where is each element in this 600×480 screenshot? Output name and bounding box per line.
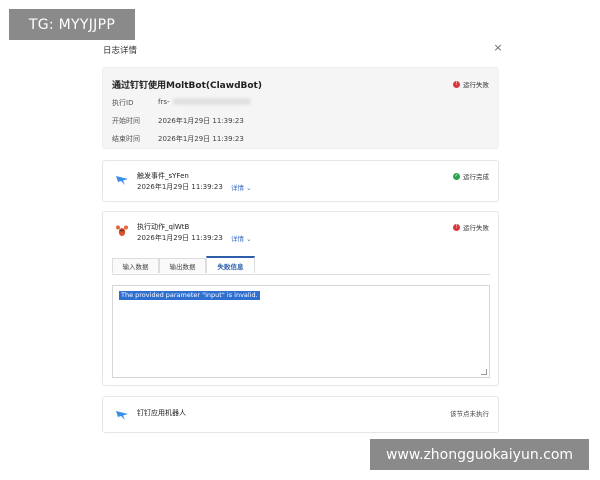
resize-handle[interactable]: [481, 369, 487, 375]
error-icon: !: [453, 80, 460, 88]
execution-id-label: 执行ID: [112, 99, 134, 107]
end-time-label: 结束时间: [112, 135, 140, 143]
trigger-status-text: 运行完成: [463, 173, 489, 181]
action-node-name: 执行动作_qlWtB: [137, 223, 190, 231]
robot-node-card: 钉钉应用机器人 该节点未执行: [102, 396, 499, 433]
dingtalk-icon: [116, 176, 128, 185]
start-time-value: 2026年1月29日 11:39:23: [158, 117, 244, 125]
action-status-text: 运行失败: [463, 224, 489, 232]
dingtalk-icon: [116, 411, 128, 420]
tab-failure-info[interactable]: 失败信息: [206, 256, 255, 273]
trigger-node-card: 触发事件_sYFen 2026年1月29日 11:39:23 详情 ⌄ ✓ 运行…: [102, 160, 499, 202]
run-status-badge: ! 运行失败: [453, 79, 489, 89]
action-node-card: 执行动作_qlWtB 2026年1月29日 11:39:23 详情 ⌄ ! 运行…: [102, 211, 499, 386]
end-time-value: 2026年1月29日 11:39:23: [158, 135, 244, 143]
check-icon: ✓: [453, 172, 460, 180]
close-icon[interactable]: ×: [492, 42, 504, 54]
lobster-icon: [116, 225, 128, 236]
trigger-status-badge: ✓ 运行完成: [453, 171, 489, 181]
dialog-title: 日志详情: [103, 46, 138, 56]
action-node-time: 2026年1月29日 11:39:23: [137, 234, 223, 242]
run-title: 通过钉钉使用MoltBot(ClawdBot): [112, 81, 262, 91]
run-summary-card: 通过钉钉使用MoltBot(ClawdBot) ! 运行失败 执行ID frs-…: [102, 67, 499, 149]
trigger-detail-link[interactable]: 详情 ⌄: [231, 182, 252, 192]
tab-input-data[interactable]: 输入数据: [112, 258, 159, 273]
watermark-bottom-right: www.zhongguokaiyun.com: [370, 439, 589, 470]
robot-status-text: 该节点未执行: [450, 410, 489, 418]
error-icon: !: [453, 223, 460, 231]
run-status-text: 运行失败: [463, 81, 489, 89]
data-tabs: 输入数据 输出数据 失败信息: [112, 256, 490, 275]
trigger-node-name: 触发事件_sYFen: [137, 172, 189, 180]
robot-node-name: 钉钉应用机器人: [137, 409, 186, 417]
trigger-node-time: 2026年1月29日 11:39:23: [137, 183, 223, 191]
action-detail-link[interactable]: 详情 ⌄: [231, 233, 252, 243]
execution-id-value: frs-: [158, 98, 170, 106]
tab-output-data[interactable]: 输出数据: [159, 258, 206, 273]
redacted-id: [173, 98, 251, 105]
watermark-top-left: TG: MYYJJPP: [9, 9, 135, 40]
failure-info-textarea[interactable]: The provided parameter "input" is invali…: [112, 285, 490, 378]
start-time-label: 开始时间: [112, 117, 140, 125]
action-status-badge: ! 运行失败: [453, 222, 489, 232]
error-message: The provided parameter "input" is invali…: [119, 291, 260, 300]
